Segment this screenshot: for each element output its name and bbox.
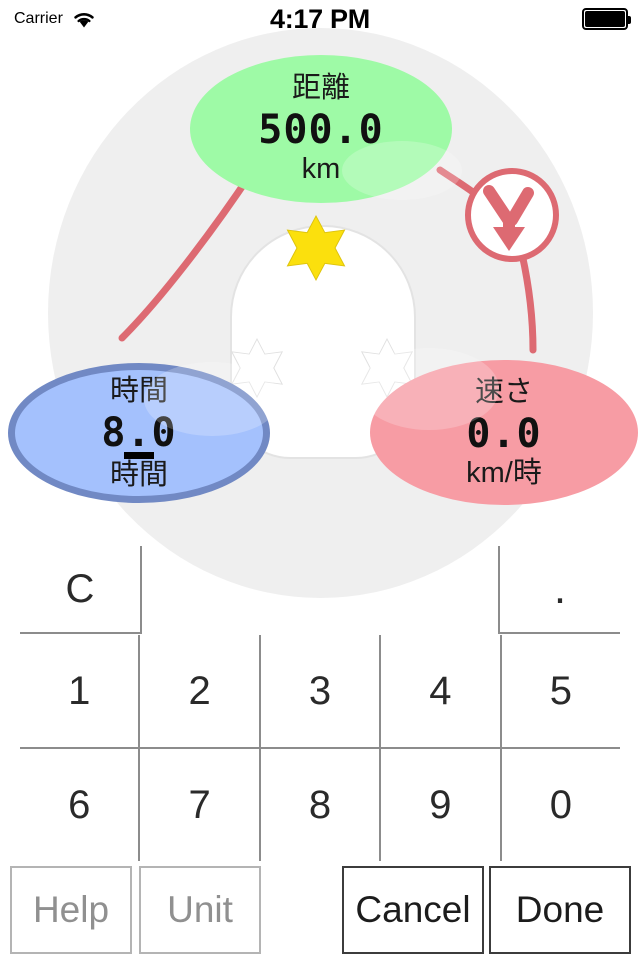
cancel-button[interactable]: Cancel bbox=[342, 866, 484, 954]
keypad-utility-row: C . bbox=[0, 540, 640, 635]
numeric-keypad: C . 1 2 3 4 5 6 7 8 9 0 bbox=[0, 540, 640, 861]
keypad-row-1: 1 2 3 4 5 bbox=[20, 635, 620, 749]
node-distance[interactable]: 距離 500.0 km bbox=[190, 55, 463, 203]
unit-button[interactable]: Unit bbox=[139, 866, 261, 954]
key-1[interactable]: 1 bbox=[20, 635, 141, 747]
node-distance-label: 距離 bbox=[291, 72, 350, 104]
node-time[interactable]: 時間 8.0 時間 bbox=[8, 362, 281, 503]
key-3[interactable]: 3 bbox=[261, 635, 382, 747]
input-cursor-indicator bbox=[124, 451, 154, 459]
key-9[interactable]: 9 bbox=[381, 749, 502, 861]
action-bar: Help Unit Cancel Done bbox=[0, 866, 640, 958]
key-5[interactable]: 5 bbox=[502, 635, 620, 747]
status-bar-time: 4:17 PM bbox=[270, 3, 370, 34]
formula-diagram: 距離 500.0 km 時間 8.0 時間 速さ 0.0 km/時 bbox=[0, 20, 640, 600]
node-time-value: 8.0 bbox=[101, 409, 177, 456]
battery-icon bbox=[582, 8, 631, 30]
node-distance-unit: km bbox=[301, 153, 341, 185]
help-button[interactable]: Help bbox=[10, 866, 132, 954]
battery-fill bbox=[585, 11, 625, 27]
key-7[interactable]: 7 bbox=[140, 749, 261, 861]
node-time-label: 時間 bbox=[109, 374, 168, 407]
key-8[interactable]: 8 bbox=[261, 749, 382, 861]
merge-arrow-down-icon[interactable] bbox=[462, 165, 562, 265]
node-speed-value: 0.0 bbox=[466, 410, 542, 457]
key-4[interactable]: 4 bbox=[381, 635, 502, 747]
keypad-row-2: 6 7 8 9 0 bbox=[20, 749, 620, 861]
key-clear[interactable]: C bbox=[20, 546, 142, 634]
key-2[interactable]: 2 bbox=[140, 635, 261, 747]
done-button[interactable]: Done bbox=[489, 866, 631, 954]
node-speed-unit: km/時 bbox=[466, 456, 542, 489]
key-decimal-point[interactable]: . bbox=[498, 546, 620, 634]
status-bar-right bbox=[582, 0, 631, 38]
node-time-unit: 時間 bbox=[109, 458, 168, 491]
node-speed[interactable]: 速さ 0.0 km/時 bbox=[359, 348, 638, 505]
node-speed-label: 速さ bbox=[474, 375, 533, 408]
key-6[interactable]: 6 bbox=[20, 749, 141, 861]
status-bar: Carrier 4:17 PM bbox=[0, 0, 640, 38]
node-distance-value: 500.0 bbox=[258, 107, 384, 153]
key-0[interactable]: 0 bbox=[502, 749, 620, 861]
